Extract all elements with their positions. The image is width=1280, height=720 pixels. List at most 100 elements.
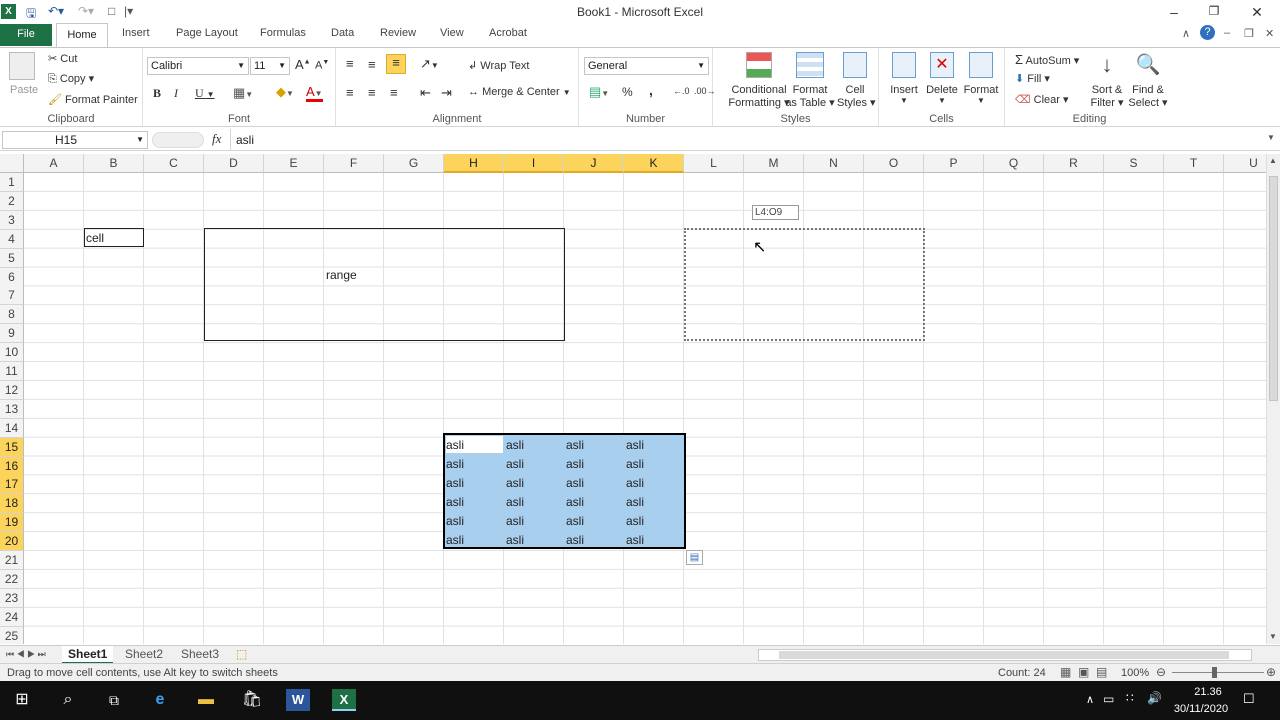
cell-k18[interactable]: asli bbox=[624, 493, 644, 511]
doc-minimize-icon[interactable]: – bbox=[1224, 27, 1230, 39]
search-icon[interactable]: ⌕ bbox=[56, 689, 80, 711]
percent-button[interactable]: % bbox=[622, 85, 633, 99]
align-top-icon[interactable]: ≡ bbox=[346, 56, 354, 71]
find-select-button[interactable]: 🔍 Find & Select ▾ bbox=[1128, 52, 1168, 109]
tray-overflow-icon[interactable]: ∧ bbox=[1086, 693, 1094, 706]
tab-insert[interactable]: Insert bbox=[122, 27, 150, 39]
row-header-9[interactable]: 9 bbox=[0, 324, 24, 344]
borders-icon[interactable]: ▦▼ bbox=[233, 85, 253, 101]
cell-k15[interactable]: asli bbox=[624, 436, 644, 454]
row-header-25[interactable]: 25 bbox=[0, 626, 24, 644]
column-header-o[interactable]: O bbox=[864, 154, 924, 173]
increase-indent-icon[interactable]: ⇥ bbox=[441, 85, 452, 101]
store-icon[interactable]: 🛍 bbox=[240, 689, 264, 711]
column-header-g[interactable]: G bbox=[384, 154, 444, 173]
column-header-b[interactable]: B bbox=[84, 154, 144, 173]
cell-k19[interactable]: asli bbox=[624, 512, 644, 530]
column-header-r[interactable]: R bbox=[1044, 154, 1104, 173]
italic-button[interactable]: I bbox=[174, 86, 178, 101]
column-header-c[interactable]: C bbox=[144, 154, 204, 173]
align-bottom-icon[interactable]: ≡ bbox=[386, 54, 406, 74]
row-header-5[interactable]: 5 bbox=[0, 248, 24, 268]
cell-i15[interactable]: asli bbox=[504, 436, 524, 454]
cell-i16[interactable]: asli bbox=[504, 455, 524, 473]
column-header-q[interactable]: Q bbox=[984, 154, 1044, 173]
cut-button[interactable]: ✂ Cut bbox=[48, 52, 77, 65]
bold-button[interactable]: B bbox=[153, 86, 161, 101]
row-header-18[interactable]: 18 bbox=[0, 494, 24, 514]
zoom-slider-thumb[interactable] bbox=[1212, 667, 1217, 678]
cell-i17[interactable]: asli bbox=[504, 474, 524, 492]
wifi-icon[interactable]: ∷ bbox=[1126, 691, 1134, 705]
cell-j16[interactable]: asli bbox=[564, 455, 584, 473]
range-label[interactable]: range bbox=[324, 266, 357, 284]
paste-options-icon[interactable]: ▤ bbox=[686, 550, 703, 565]
select-all-button[interactable] bbox=[0, 154, 24, 173]
row-header-20[interactable]: 20 bbox=[0, 532, 24, 552]
orientation-icon[interactable]: ↗▼ bbox=[420, 56, 439, 72]
row-header-13[interactable]: 13 bbox=[0, 399, 24, 419]
file-explorer-icon[interactable]: ▬ bbox=[194, 689, 218, 711]
copy-button[interactable]: ⎘ Copy ▾ bbox=[48, 72, 94, 86]
cell-j15[interactable]: asli bbox=[564, 436, 584, 454]
column-header-t[interactable]: T bbox=[1164, 154, 1224, 173]
battery-icon[interactable]: ▭ bbox=[1103, 692, 1114, 706]
fill-color-icon[interactable]: ◆▼ bbox=[276, 84, 294, 100]
word-icon[interactable]: W bbox=[286, 689, 310, 711]
cell-h18[interactable]: asli bbox=[444, 493, 464, 511]
doc-close-icon[interactable]: ✕ bbox=[1265, 27, 1274, 40]
close-button[interactable]: ✕ bbox=[1247, 4, 1267, 21]
row-header-23[interactable]: 23 bbox=[0, 588, 24, 608]
align-center-icon[interactable]: ≡ bbox=[368, 85, 376, 100]
cell-i20[interactable]: asli bbox=[504, 531, 524, 549]
cell-j19[interactable]: asli bbox=[564, 512, 584, 530]
column-header-u[interactable]: U bbox=[1224, 154, 1266, 173]
sheet-nav-icons[interactable]: ⏮ ◀ ▶ ⏭ bbox=[6, 649, 46, 660]
insert-function-button[interactable]: fx bbox=[212, 131, 221, 147]
excel-taskbar-icon[interactable]: X bbox=[332, 689, 356, 711]
zoom-slider[interactable] bbox=[1172, 672, 1264, 673]
sheet-tab-3[interactable]: Sheet3 bbox=[181, 647, 219, 661]
decrease-indent-icon[interactable]: ⇤ bbox=[420, 85, 431, 101]
row-header-6[interactable]: 6 bbox=[0, 267, 24, 287]
row-header-15[interactable]: 15 bbox=[0, 437, 24, 457]
column-header-e[interactable]: E bbox=[264, 154, 324, 173]
cell-i19[interactable]: asli bbox=[504, 512, 524, 530]
column-header-p[interactable]: P bbox=[924, 154, 984, 173]
worksheet-grid[interactable]: ABCDEFGHIJKLMNOPQRSTU 1 2 3 4 5 6 7 8 9 10 11 12 13 1… bbox=[0, 154, 1266, 644]
horizontal-scrollbar[interactable] bbox=[758, 649, 1252, 661]
windows-start-icon[interactable]: ⊞ bbox=[10, 689, 34, 711]
format-painter-button[interactable]: 🖌 Format Painter bbox=[48, 93, 138, 106]
insert-sheet-icon[interactable]: ⬚ bbox=[236, 647, 247, 661]
font-color-button[interactable]: A▼ bbox=[306, 84, 323, 102]
row-header-24[interactable]: 24 bbox=[0, 607, 24, 627]
column-header-n[interactable]: N bbox=[804, 154, 864, 173]
row-header-8[interactable]: 8 bbox=[0, 305, 24, 325]
column-header-j[interactable]: J bbox=[564, 154, 624, 173]
paste-button[interactable]: Paste bbox=[10, 84, 38, 96]
column-header-m[interactable]: M bbox=[744, 154, 804, 173]
font-size-select[interactable]: 11 ▼ bbox=[250, 57, 290, 75]
row-header-16[interactable]: 16 bbox=[0, 456, 24, 476]
view-page-layout-icon[interactable]: ▣ bbox=[1078, 665, 1089, 679]
tab-page-layout[interactable]: Page Layout bbox=[176, 27, 238, 39]
cell-styles-button[interactable]: Cell Styles ▾ bbox=[837, 52, 876, 109]
sort-filter-button[interactable]: ↓ Sort & Filter ▾ bbox=[1089, 52, 1125, 109]
row-header-10[interactable]: 10 bbox=[0, 343, 24, 363]
increase-decimal-icon[interactable]: ←.0 bbox=[673, 86, 690, 96]
column-header-d[interactable]: D bbox=[204, 154, 264, 173]
column-header-l[interactable]: L bbox=[684, 154, 744, 173]
cell-j18[interactable]: asli bbox=[564, 493, 584, 511]
view-page-break-icon[interactable]: ▤ bbox=[1096, 665, 1107, 679]
column-header-i[interactable]: I bbox=[504, 154, 564, 173]
cell-h17[interactable]: asli bbox=[444, 474, 464, 492]
row-header-7[interactable]: 7 bbox=[0, 286, 24, 306]
help-icon[interactable]: ? bbox=[1200, 25, 1215, 40]
align-right-icon[interactable]: ≡ bbox=[390, 85, 398, 100]
delete-cells-button[interactable]: ✕ Delete ▼ bbox=[925, 52, 959, 105]
column-header-a[interactable]: A bbox=[24, 154, 84, 173]
row-header-14[interactable]: 14 bbox=[0, 418, 24, 438]
cell-h20[interactable]: asli bbox=[444, 531, 464, 549]
formula-input[interactable]: asli bbox=[236, 133, 254, 147]
format-as-table-button[interactable]: Format as Table ▾ bbox=[785, 52, 835, 109]
